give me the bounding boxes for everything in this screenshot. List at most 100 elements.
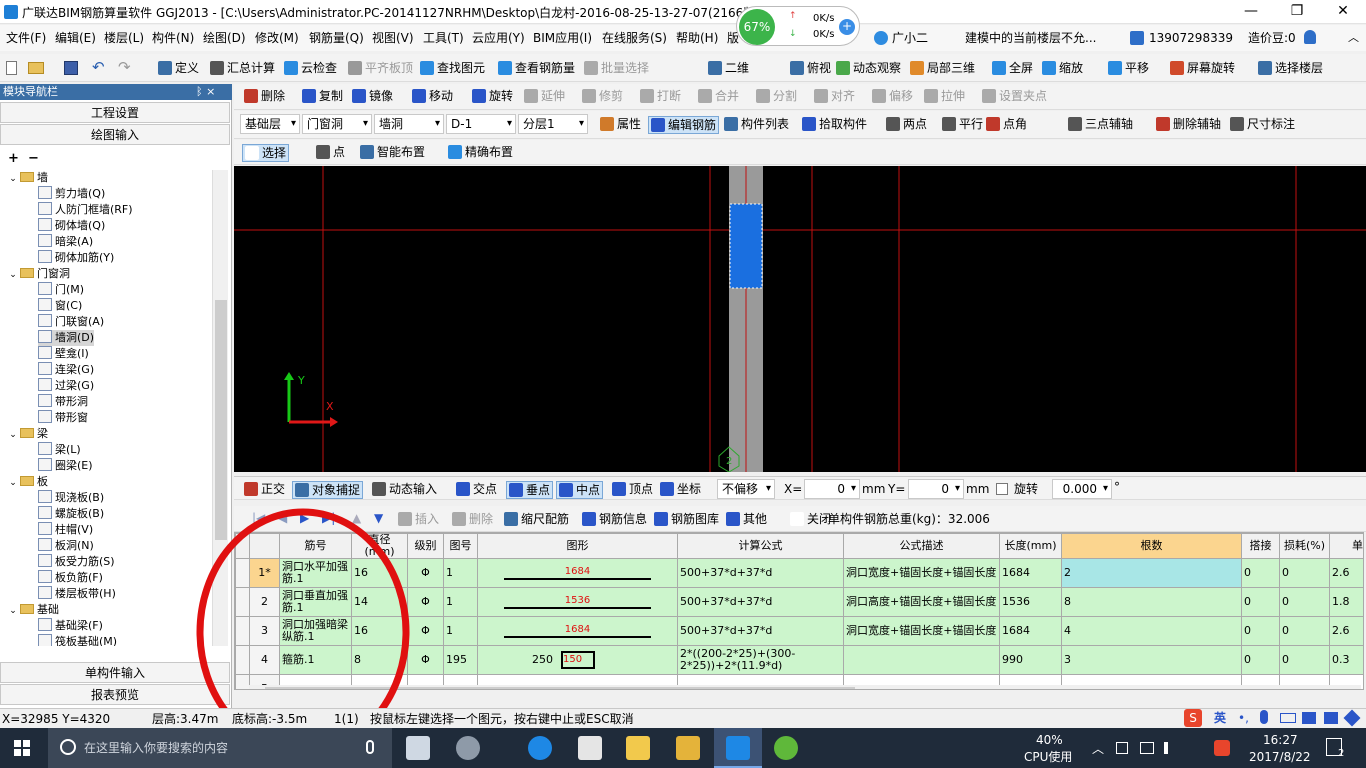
tree-node-18[interactable]: 圈梁(E) <box>38 458 93 474</box>
menu-item-0[interactable]: 文件(F) <box>6 30 46 46</box>
tree-toggle-icon[interactable]: ⌄ <box>8 267 18 283</box>
tree-toggle-icon[interactable]: ⌄ <box>8 171 18 187</box>
cell-name[interactable]: 箍筋.1 <box>279 645 352 675</box>
cell-lap[interactable]: 0 <box>1241 616 1280 646</box>
offset-select[interactable]: 不偏移 <box>717 479 775 499</box>
toolbar2-item-10[interactable]: 对齐 <box>814 88 855 104</box>
rebar-tool-2[interactable]: 缩尺配筋 <box>504 511 569 527</box>
cell-len[interactable]: 1536 <box>999 587 1062 617</box>
toolbar1-item-9[interactable]: 动态观察 <box>836 60 901 76</box>
snap-item-5[interactable]: 中点 <box>556 481 604 499</box>
cell-shape[interactable]: 250 150 <box>477 645 678 675</box>
cell-dia[interactable]: 16 <box>351 616 408 646</box>
cell-count[interactable]: 3 <box>1061 645 1242 675</box>
cell-loss[interactable]: 0 <box>1279 587 1330 617</box>
cell-lap[interactable]: 0 <box>1241 558 1280 588</box>
assistant-label[interactable]: 广小二 <box>892 30 928 46</box>
tree-node-8[interactable]: 窗(C) <box>38 298 82 314</box>
toolbar1-item-1[interactable]: 汇总计算 <box>210 60 275 76</box>
redo-icon[interactable]: ↷ <box>118 58 131 76</box>
cell-formula[interactable]: 500+37*d+37*d <box>677 558 844 588</box>
toolbar3-item-5[interactable]: 平行 <box>942 116 983 132</box>
tree-node-10[interactable]: 墙洞(D) <box>38 330 95 346</box>
menu-item-10[interactable]: BIM应用(I) <box>533 30 592 46</box>
cell-dia[interactable]: 14 <box>351 587 408 617</box>
grid-header-6[interactable]: 公式描述 <box>843 533 1000 559</box>
menu-item-3[interactable]: 构件(N) <box>152 30 194 46</box>
rebar-tool-6[interactable]: 关闭 <box>790 511 831 527</box>
snap-item-3[interactable]: 交点 <box>456 481 497 497</box>
ime-tools-icon[interactable] <box>1343 709 1361 727</box>
rebar-tool-4[interactable]: 钢筋图库 <box>654 511 719 527</box>
menu-item-8[interactable]: 工具(T) <box>423 30 464 46</box>
cell-fig[interactable]: 1 <box>443 558 478 588</box>
menu-item-12[interactable]: 帮助(H) <box>676 30 718 46</box>
menu-item-6[interactable]: 钢筋量(Q) <box>309 30 364 46</box>
cost-beans[interactable]: 造价豆:0 <box>1248 30 1296 46</box>
tree-node-22[interactable]: 柱帽(V) <box>38 522 93 538</box>
tree-node-0[interactable]: ⌄ 墙 <box>8 170 48 186</box>
cell-grade[interactable]: Φ <box>407 558 444 588</box>
cell-desc[interactable] <box>843 645 1000 675</box>
cell-fig[interactable]: 1 <box>443 587 478 617</box>
single-component-input-button[interactable]: 单构件输入 <box>0 662 230 683</box>
cell-dia[interactable]: 8 <box>351 645 408 675</box>
tree-node-14[interactable]: 带形洞 <box>38 394 88 410</box>
cell-shape[interactable]: 1684 <box>477 558 678 588</box>
toolbar3-item-1[interactable]: 编辑钢筋 <box>648 116 720 134</box>
restore-button[interactable]: ❐ <box>1274 0 1320 24</box>
tree-node-17[interactable]: 梁(L) <box>38 442 81 458</box>
tree-toggle-icon[interactable]: ⌄ <box>8 427 18 443</box>
toolbar1-item-8[interactable]: 俯视 <box>790 60 831 76</box>
file-explorer-icon[interactable] <box>626 736 650 760</box>
toolbar3-item-3[interactable]: 拾取构件 <box>802 116 867 132</box>
phone-account[interactable]: 13907298339 <box>1149 30 1233 46</box>
close-button[interactable]: ✕ <box>1320 0 1366 24</box>
table-row[interactable]: 4 箍筋.1 8 Φ 195 250 150 2*((200-2*25)+(300-2*25)… <box>235 645 1363 675</box>
tree-node-16[interactable]: ⌄ 梁 <box>8 426 48 442</box>
tree-toggle-icon[interactable]: ⌄ <box>8 475 18 491</box>
last-record-icon[interactable]: ▶| <box>322 511 335 525</box>
windows-start-icon[interactable] <box>14 740 30 756</box>
cell-desc[interactable]: 洞口高度+锚固长度+锚固长度 <box>843 587 1000 617</box>
snap-item-0[interactable]: 正交 <box>244 481 285 497</box>
rebar-tool-3[interactable]: 钢筋信息 <box>582 511 647 527</box>
notice-text[interactable]: 建模中的当前楼层不允... <box>965 30 1096 46</box>
toolbar2-item-4[interactable]: 旋转 <box>472 88 513 104</box>
tray-up-arrow-icon[interactable]: ︿ <box>1092 740 1104 757</box>
snap-item-1[interactable]: 对象捕捉 <box>292 481 364 499</box>
toolbar2-item-5[interactable]: 延伸 <box>524 88 565 104</box>
toolbar2-item-12[interactable]: 拉伸 <box>924 88 965 104</box>
component-select[interactable]: D-1 <box>446 114 516 134</box>
grid-header-3[interactable]: 图号 <box>443 533 478 559</box>
toolbar4-item-1[interactable]: 点 <box>316 144 345 160</box>
row-number[interactable]: 1* <box>249 558 280 588</box>
toolbar4-item-2[interactable]: 智能布置 <box>360 144 425 160</box>
tree-node-9[interactable]: 门联窗(A) <box>38 314 104 330</box>
cell-dia[interactable]: 16 <box>351 558 408 588</box>
toolbar2-item-9[interactable]: 分割 <box>756 88 797 104</box>
rotate-angle-input[interactable]: 0.000 <box>1052 479 1112 499</box>
edge-browser-icon[interactable] <box>528 736 552 760</box>
notepad-icon[interactable] <box>676 736 700 760</box>
tree-node-12[interactable]: 连梁(G) <box>38 362 94 378</box>
ime-tray-icon[interactable] <box>1214 740 1230 756</box>
prev-record-icon[interactable]: ◀ <box>278 511 287 525</box>
volume-icon[interactable] <box>1164 742 1176 754</box>
toolbar1-item-5[interactable]: 查看钢筋量 <box>498 60 575 76</box>
tree-node-5[interactable]: 砌体加筋(Y) <box>38 250 114 266</box>
menu-item-5[interactable]: 修改(M) <box>255 30 299 46</box>
category-select[interactable]: 门窗洞 <box>302 114 372 134</box>
toolbar1-item-0[interactable]: 定义 <box>158 60 199 76</box>
cell-name[interactable]: 洞口加强暗梁纵筋.1 <box>279 616 352 646</box>
row-number[interactable]: 3 <box>249 616 280 646</box>
drawing-input-button[interactable]: 绘图输入 <box>0 124 230 145</box>
toolbar2-item-13[interactable]: 设置夹点 <box>982 88 1047 104</box>
cell-count[interactable]: 8 <box>1061 587 1242 617</box>
tree-node-3[interactable]: 砌体墙(Q) <box>38 218 105 234</box>
performance-widget[interactable]: 67% ↑ 0K/s ↓ 0K/s + <box>736 6 860 46</box>
toolbar1-item-12[interactable]: 缩放 <box>1042 60 1083 76</box>
toolbar2-item-8[interactable]: 合并 <box>698 88 739 104</box>
cell-lap[interactable]: 0 <box>1241 645 1280 675</box>
ime-keyboard-icon[interactable] <box>1280 713 1296 723</box>
